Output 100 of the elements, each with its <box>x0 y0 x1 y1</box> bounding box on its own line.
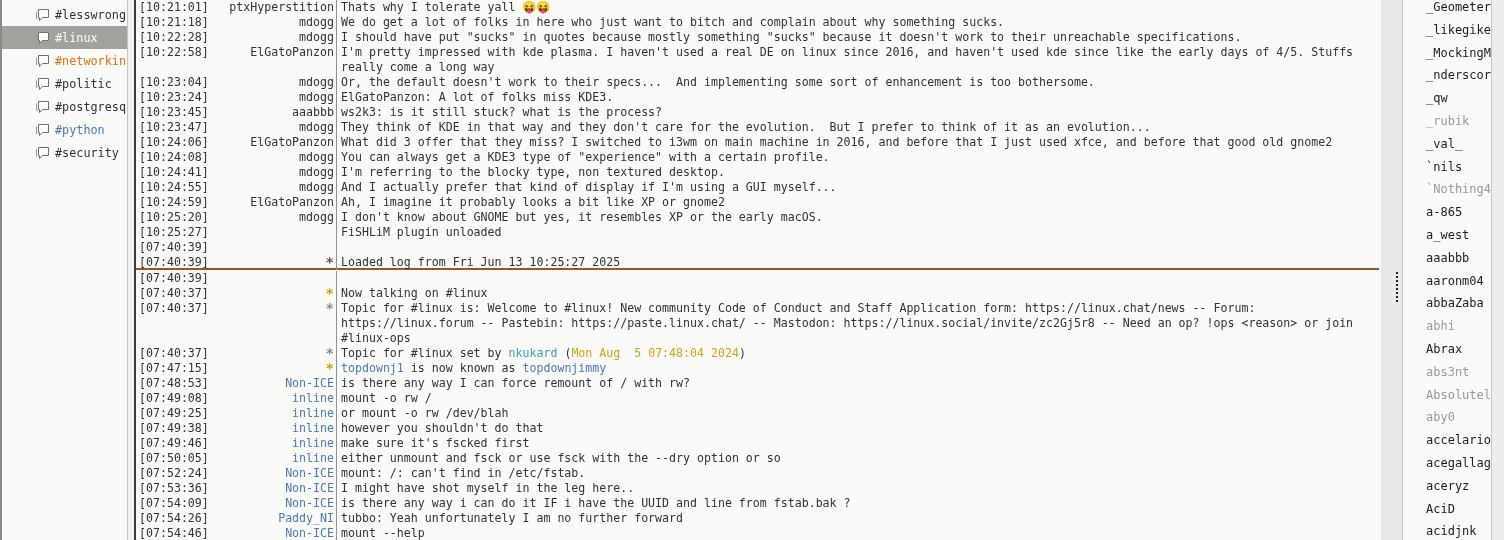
message-text: or mount -o rw /dev/blah <box>341 406 509 420</box>
message-text: I should have put "sucks" in quotes because mostly something "sucks" because it doesn't work to their unreachable specifications. <box>341 30 1242 44</box>
nickname: mdogg <box>299 30 334 44</box>
chat-bubble-icon <box>35 98 51 115</box>
message-text: Topic for #linux is: Welcome to #linux! New community Code of Conduct and Staff Application form: https://linux.chat/news -- Forum: https://linux.forum -- Pastebin: https://paste.linux.chat/ -- Mastodon: https://linux.social/invite/zc2Gj5r8 -- Need an op? !ops <reason> or join #linux-ops <box>341 301 1354 345</box>
timestamp: [10:24:06] <box>138 135 210 150</box>
timestamp: [10:25:27] <box>138 225 210 240</box>
timestamp: [07:54:26] <box>138 511 210 526</box>
message-text: FiSHLiM plugin unloaded <box>341 225 502 239</box>
timestamp: [10:25:20] <box>138 210 210 225</box>
nickname: Non-ICE <box>285 481 334 495</box>
message-text: ElGatoPanzon: A lot of folks miss KDE3. <box>341 90 614 104</box>
timestamp: [10:24:55] <box>138 180 210 195</box>
user-list-item[interactable]: aaronm04 <box>1403 273 1491 289</box>
message-text: topdownj1 is now known as topdownjimmy <box>341 361 607 375</box>
timestamp: [10:24:08] <box>138 150 210 165</box>
message-text: I'm pretty impressed with kde plasma. I haven't used a real DE on linux since 2016, and haven't used kde since like the early days of 4/5. Stuffs really come a long way <box>341 45 1354 74</box>
nickname: inline <box>292 436 334 450</box>
nickname: mdogg <box>299 120 334 134</box>
nickname: * <box>325 286 334 301</box>
message-text: is there any way i can do it IF i have the UUID and line from fstab.bak ? <box>341 496 851 510</box>
message-text: Loaded log from Fri Jun 13 10:25:27 2025 <box>341 255 621 269</box>
message-text: either unmount and fsck or use fsck with the --dry option or so <box>341 451 781 465</box>
message-text: mount --help <box>341 526 425 540</box>
user-list-item[interactable]: a_west <box>1403 227 1491 243</box>
nickname: * <box>325 255 334 270</box>
timestamp: [07:53:36] <box>138 481 210 496</box>
nickname: mdogg <box>299 15 334 29</box>
nickname: mdogg <box>299 210 334 224</box>
nickname: mdogg <box>299 180 334 194</box>
timestamp: [07:40:37] <box>138 346 210 361</box>
user-list-item[interactable]: acegallag <box>1403 455 1491 471</box>
user-list-item[interactable]: _qw <box>1403 91 1491 107</box>
message-text: We do get a lot of folks in here who just want to bitch and complain about why something sucks. <box>341 15 1005 29</box>
timestamp: [10:23:24] <box>138 90 210 105</box>
nickname: Paddy_NI <box>278 511 334 525</box>
message-text: Now talking on #linux <box>341 286 488 300</box>
user-list-item[interactable]: Abrax <box>1403 341 1491 357</box>
nickname: mdogg <box>299 150 334 164</box>
nickname: ElGatoPanzon <box>250 195 334 209</box>
timestamp: [07:40:39] <box>138 255 210 270</box>
nickname: ptxHyperstition <box>229 0 334 14</box>
channel-item[interactable]: #politic <box>2 72 127 95</box>
user-list-item[interactable]: aaabbb <box>1403 250 1491 266</box>
timestamp: [07:47:15] <box>138 361 210 376</box>
scrollbar-track[interactable] <box>1491 0 1504 540</box>
chat-bubble-icon <box>35 144 51 161</box>
user-list-item[interactable]: _val_ <box>1403 136 1491 152</box>
timestamp: [07:54:46] <box>138 526 210 540</box>
timestamp: [07:40:37] <box>138 301 210 317</box>
user-list-item[interactable]: _Geometer <box>1403 0 1491 15</box>
channel-item[interactable]: #postgresq <box>2 95 127 118</box>
nickname: inline <box>292 406 334 420</box>
user-list-item[interactable]: a-865 <box>1403 205 1491 221</box>
timestamp: [10:24:59] <box>138 195 210 210</box>
user-list-item[interactable]: acidjnk <box>1403 524 1491 540</box>
message-text: And I actually prefer that kind of display if I'm using a GUI myself... <box>341 180 837 194</box>
nickname: ElGatoPanzon <box>250 45 334 59</box>
nickname: Non-ICE <box>285 526 334 540</box>
message-text: Topic for #linux set by nkukard (Mon Aug 5 07:48:04 2024) <box>341 346 746 360</box>
user-list-item[interactable]: _likegike <box>1403 22 1491 38</box>
nickname: inline <box>292 421 334 435</box>
message-text: is there any way I can force remount of / with rw? <box>341 376 690 390</box>
user-list-item[interactable]: aceryz <box>1403 478 1491 494</box>
nickname: aaabbb <box>292 105 334 119</box>
message-text: make sure it's fscked first <box>341 436 530 450</box>
timestamp: [07:40:37] <box>138 286 210 301</box>
message-text: What did 3 offer that they miss? I switched to i3wm on main machine in 2016, and before that I just used xfce, and before that good old gnome2 <box>341 135 1333 149</box>
user-list-item[interactable]: accelario <box>1403 433 1491 449</box>
channel-item[interactable]: #python <box>2 118 127 141</box>
message-text: I don't know about GNOME but yes, it resembles XP or the early macOS. <box>341 210 823 224</box>
timestamp: [07:52:24] <box>138 466 210 481</box>
chat-bubble-icon <box>35 52 51 69</box>
timestamp: [07:50:05] <box>138 451 210 466</box>
user-list-item[interactable]: `nils <box>1403 159 1491 175</box>
nickname: Non-ICE <box>285 376 334 390</box>
nickname: Non-ICE <box>285 466 334 480</box>
user-list-item[interactable]: AciD <box>1403 501 1491 517</box>
nickname: mdogg <box>299 165 334 179</box>
timestamp: [07:40:39] <box>138 240 210 255</box>
user-list-item[interactable]: _MockingM <box>1403 45 1491 61</box>
channel-item[interactable]: #lesswrong <box>2 3 127 26</box>
timestamp: [07:54:09] <box>138 496 210 511</box>
timestamp: [07:48:53] <box>138 376 210 391</box>
user-list-item[interactable]: abbaZaba <box>1403 296 1491 312</box>
nickname: Non-ICE <box>285 496 334 510</box>
chat-bubble-icon <box>35 121 51 138</box>
timestamp: [10:22:28] <box>138 30 210 45</box>
nickname: * <box>325 346 334 361</box>
timestamp: [10:21:01] <box>138 0 210 15</box>
channel-item[interactable]: #security <box>2 141 127 164</box>
message-text: mount -o rw / <box>341 391 432 405</box>
timestamp: [10:23:04] <box>138 75 210 90</box>
timestamp: [10:23:47] <box>138 120 210 135</box>
message-text: however you shouldn't do that <box>341 421 544 435</box>
user-list-item[interactable]: _nderscor <box>1403 68 1491 84</box>
message-text: Ah, I imagine it probably looks a bit like XP or gnome2 <box>341 195 725 209</box>
nickname: inline <box>292 451 334 465</box>
pane-grip[interactable] <box>1396 272 1400 302</box>
nickname: mdogg <box>299 75 334 89</box>
